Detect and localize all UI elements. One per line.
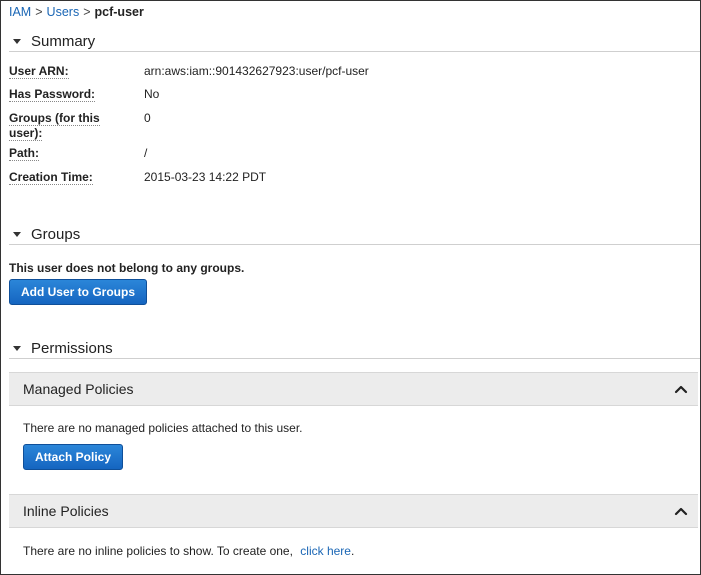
path-label: Path: xyxy=(9,146,39,161)
inline-policies-message: There are no inline policies to show. To… xyxy=(23,544,354,558)
inline-policies-panel-header[interactable]: Inline Policies xyxy=(9,494,698,528)
has-password-label: Has Password: xyxy=(9,87,96,102)
attach-policy-button[interactable]: Attach Policy xyxy=(23,444,123,470)
iam-user-page: IAM > Users > pcf-user Summary User ARN: arn… xyxy=(0,0,701,575)
breadcrumb-separator: > xyxy=(35,5,43,19)
inline-policies-empty-text: There are no inline policies to show. To… xyxy=(23,544,293,558)
chevron-up-icon[interactable] xyxy=(674,506,688,516)
caret-down-icon[interactable] xyxy=(13,232,21,237)
add-user-to-groups-button[interactable]: Add User to Groups xyxy=(9,279,147,305)
breadcrumb-current: pcf-user xyxy=(94,5,144,19)
summary-section-header[interactable]: Summary xyxy=(9,32,700,52)
groups-count-label: Groups (for this user): xyxy=(9,111,100,141)
breadcrumb: IAM > Users > pcf-user xyxy=(9,5,144,19)
caret-down-icon[interactable] xyxy=(13,346,21,351)
user-arn-label: User ARN: xyxy=(9,64,69,79)
caret-down-icon[interactable] xyxy=(13,39,21,44)
inline-policies-title: Inline Policies xyxy=(23,503,109,519)
path-value: / xyxy=(144,146,148,160)
user-arn-value: arn:aws:iam::901432627923:user/pcf-user xyxy=(144,64,369,78)
breadcrumb-users-link[interactable]: Users xyxy=(47,5,80,19)
managed-policies-title: Managed Policies xyxy=(23,381,134,397)
creation-time-value: 2015-03-23 14:22 PDT xyxy=(144,170,267,184)
groups-count-value: 0 xyxy=(144,111,151,125)
permissions-title: Permissions xyxy=(31,340,113,357)
breadcrumb-iam-link[interactable]: IAM xyxy=(9,5,31,19)
groups-title: Groups xyxy=(31,226,81,243)
has-password-value: No xyxy=(144,87,160,101)
managed-policies-panel-header[interactable]: Managed Policies xyxy=(9,372,698,406)
permissions-section-header[interactable]: Permissions xyxy=(9,339,700,359)
groups-empty-message: This user does not belong to any groups. xyxy=(9,261,245,275)
chevron-up-icon[interactable] xyxy=(674,384,688,394)
inline-policies-period: . xyxy=(350,544,355,558)
managed-policies-empty-message: There are no managed policies attached t… xyxy=(23,421,303,435)
creation-time-label: Creation Time: xyxy=(9,170,93,185)
breadcrumb-separator: > xyxy=(83,5,91,19)
create-inline-policy-link[interactable]: click here xyxy=(300,544,351,558)
groups-section-header[interactable]: Groups xyxy=(9,225,700,245)
summary-title: Summary xyxy=(31,33,96,50)
